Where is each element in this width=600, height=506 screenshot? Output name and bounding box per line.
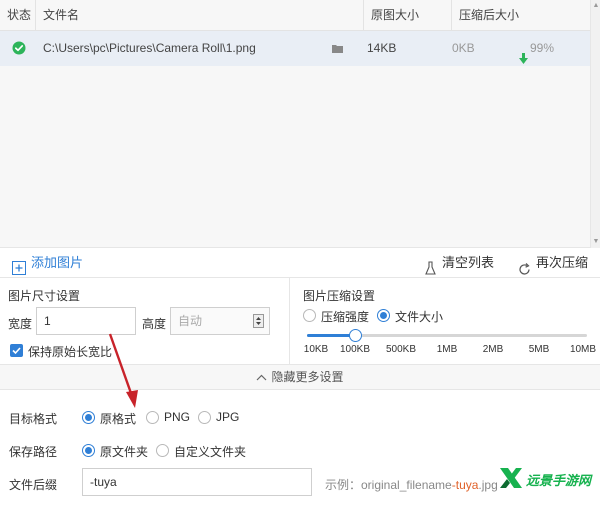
suffix-example-tag: -tuya <box>451 478 479 492</box>
slider-tick-label: 2MB <box>482 344 504 355</box>
scroll-down-icon[interactable]: ▼ <box>592 238 600 246</box>
column-header-compressed-size[interactable]: 压缩后大小 <box>451 0 590 31</box>
add-box-icon <box>12 256 26 275</box>
arrow-down-icon <box>519 43 528 64</box>
radio-on-icon <box>377 309 390 322</box>
check-circle-icon <box>12 41 26 55</box>
clear-list-label: 清空列表 <box>442 255 495 270</box>
add-image-label: 添加图片 <box>31 255 84 270</box>
refresh-icon <box>518 257 531 275</box>
radio-on-icon <box>82 411 95 424</box>
broom-icon <box>424 256 437 275</box>
format-original-label: 原格式 <box>100 412 137 426</box>
slider-tick-label: 100KB <box>339 344 371 355</box>
target-format-label: 目标格式 <box>9 412 58 426</box>
mode-filesize-radio[interactable]: 文件大小 <box>377 308 452 324</box>
recompress-label: 再次压缩 <box>536 255 589 270</box>
size-settings-title: 图片尺寸设置 <box>8 289 81 303</box>
collapse-toggle[interactable]: 隐藏更多设置 <box>0 364 600 390</box>
path-custom-label: 自定义文件夹 <box>174 445 247 459</box>
slider-tick-label: 10KB <box>303 344 329 355</box>
column-header-filename[interactable]: 文件名 <box>35 0 363 31</box>
height-label: 高度 <box>142 317 167 331</box>
slider-tick-label: 500KB <box>385 344 417 355</box>
suffix-example: 示例：original_filename-tuya.jpg <box>325 476 498 493</box>
slider-thumb[interactable] <box>349 329 362 342</box>
collapse-label: 隐藏更多设置 <box>271 370 344 384</box>
format-radio-png[interactable]: PNG <box>146 410 196 426</box>
column-header-original-size[interactable]: 原图大小 <box>363 0 451 31</box>
radio-on-icon <box>82 444 95 457</box>
column-header-status[interactable]: 状态 <box>0 0 35 31</box>
radio-off-icon <box>303 309 316 322</box>
original-size: 14KB <box>367 41 397 55</box>
format-png-label: PNG <box>164 410 191 424</box>
suffix-input[interactable]: -tuya <box>82 468 312 496</box>
slider-tick-label: 1MB <box>436 344 458 355</box>
format-jpg-label: JPG <box>216 410 240 424</box>
recompress-button[interactable]: 再次压缩 <box>518 248 588 278</box>
file-table: 状态 文件名 原图大小 压缩后大小 C:\Users\pc\Pictures\C… <box>0 0 600 248</box>
watermark-text: 远景手游网 <box>526 473 592 488</box>
table-header: 状态 文件名 原图大小 压缩后大小 <box>0 0 590 31</box>
suffix-example-ext: .jpg <box>478 478 498 492</box>
keep-ratio-label: 保持原始长宽比 <box>28 345 113 359</box>
path-original-label: 原文件夹 <box>100 445 149 459</box>
table-row[interactable]: C:\Users\pc\Pictures\Camera Roll\1.png 1… <box>0 31 590 66</box>
width-input[interactable]: 1 <box>36 307 136 335</box>
folder-icon[interactable] <box>332 43 343 55</box>
mode-filesize-label: 文件大小 <box>395 310 444 324</box>
radio-off-icon <box>146 411 159 424</box>
mode-strength-label: 压缩强度 <box>321 310 370 324</box>
height-input[interactable]: 自动 <box>170 307 270 335</box>
height-placeholder: 自动 <box>178 314 203 328</box>
compression-ratio: 99% <box>519 31 554 66</box>
scroll-up-icon[interactable]: ▲ <box>592 2 600 10</box>
checkbox-checked-icon <box>10 344 23 357</box>
add-image-button[interactable]: 添加图片 <box>12 248 83 278</box>
format-radio-original[interactable]: 原格式 <box>82 410 142 426</box>
size-settings-panel: 图片尺寸设置 宽度 1 高度 自动 保持原始长宽比 <box>0 278 290 364</box>
chevron-up-icon <box>256 365 267 381</box>
compress-settings-title: 图片压缩设置 <box>303 289 376 303</box>
keep-ratio-checkbox[interactable]: 保持原始长宽比 <box>10 343 130 359</box>
file-path: C:\Users\pc\Pictures\Camera Roll\1.png <box>43 41 256 55</box>
ratio-value: 99% <box>530 41 555 55</box>
radio-off-icon <box>198 411 211 424</box>
compressed-size: 0KB <box>452 41 475 55</box>
format-radio-jpg[interactable]: JPG <box>198 410 248 426</box>
slider-fill <box>307 334 355 337</box>
slider-tick-label: 10MB <box>569 344 597 355</box>
width-label: 宽度 <box>8 317 33 331</box>
list-toolbar: 添加图片 清空列表 再次压缩 <box>0 248 600 278</box>
suffix-example-prefix: 示例：original_filename <box>325 478 452 492</box>
radio-off-icon <box>156 444 169 457</box>
save-path-label: 保存路径 <box>9 445 58 459</box>
path-radio-original[interactable]: 原文件夹 <box>82 443 152 459</box>
mode-strength-radio[interactable]: 压缩强度 <box>303 308 378 324</box>
slider-tick-label: 5MB <box>528 344 550 355</box>
x-logo-icon <box>500 468 522 488</box>
path-radio-custom[interactable]: 自定义文件夹 <box>156 443 246 459</box>
table-scrollbar[interactable]: ▲ ▼ <box>590 0 600 248</box>
height-stepper[interactable] <box>253 314 264 328</box>
suffix-label: 文件后缀 <box>9 478 58 492</box>
size-slider[interactable] <box>307 329 587 342</box>
clear-list-button[interactable]: 清空列表 <box>424 248 494 278</box>
watermark-logo: 远景手游网 <box>498 466 598 490</box>
